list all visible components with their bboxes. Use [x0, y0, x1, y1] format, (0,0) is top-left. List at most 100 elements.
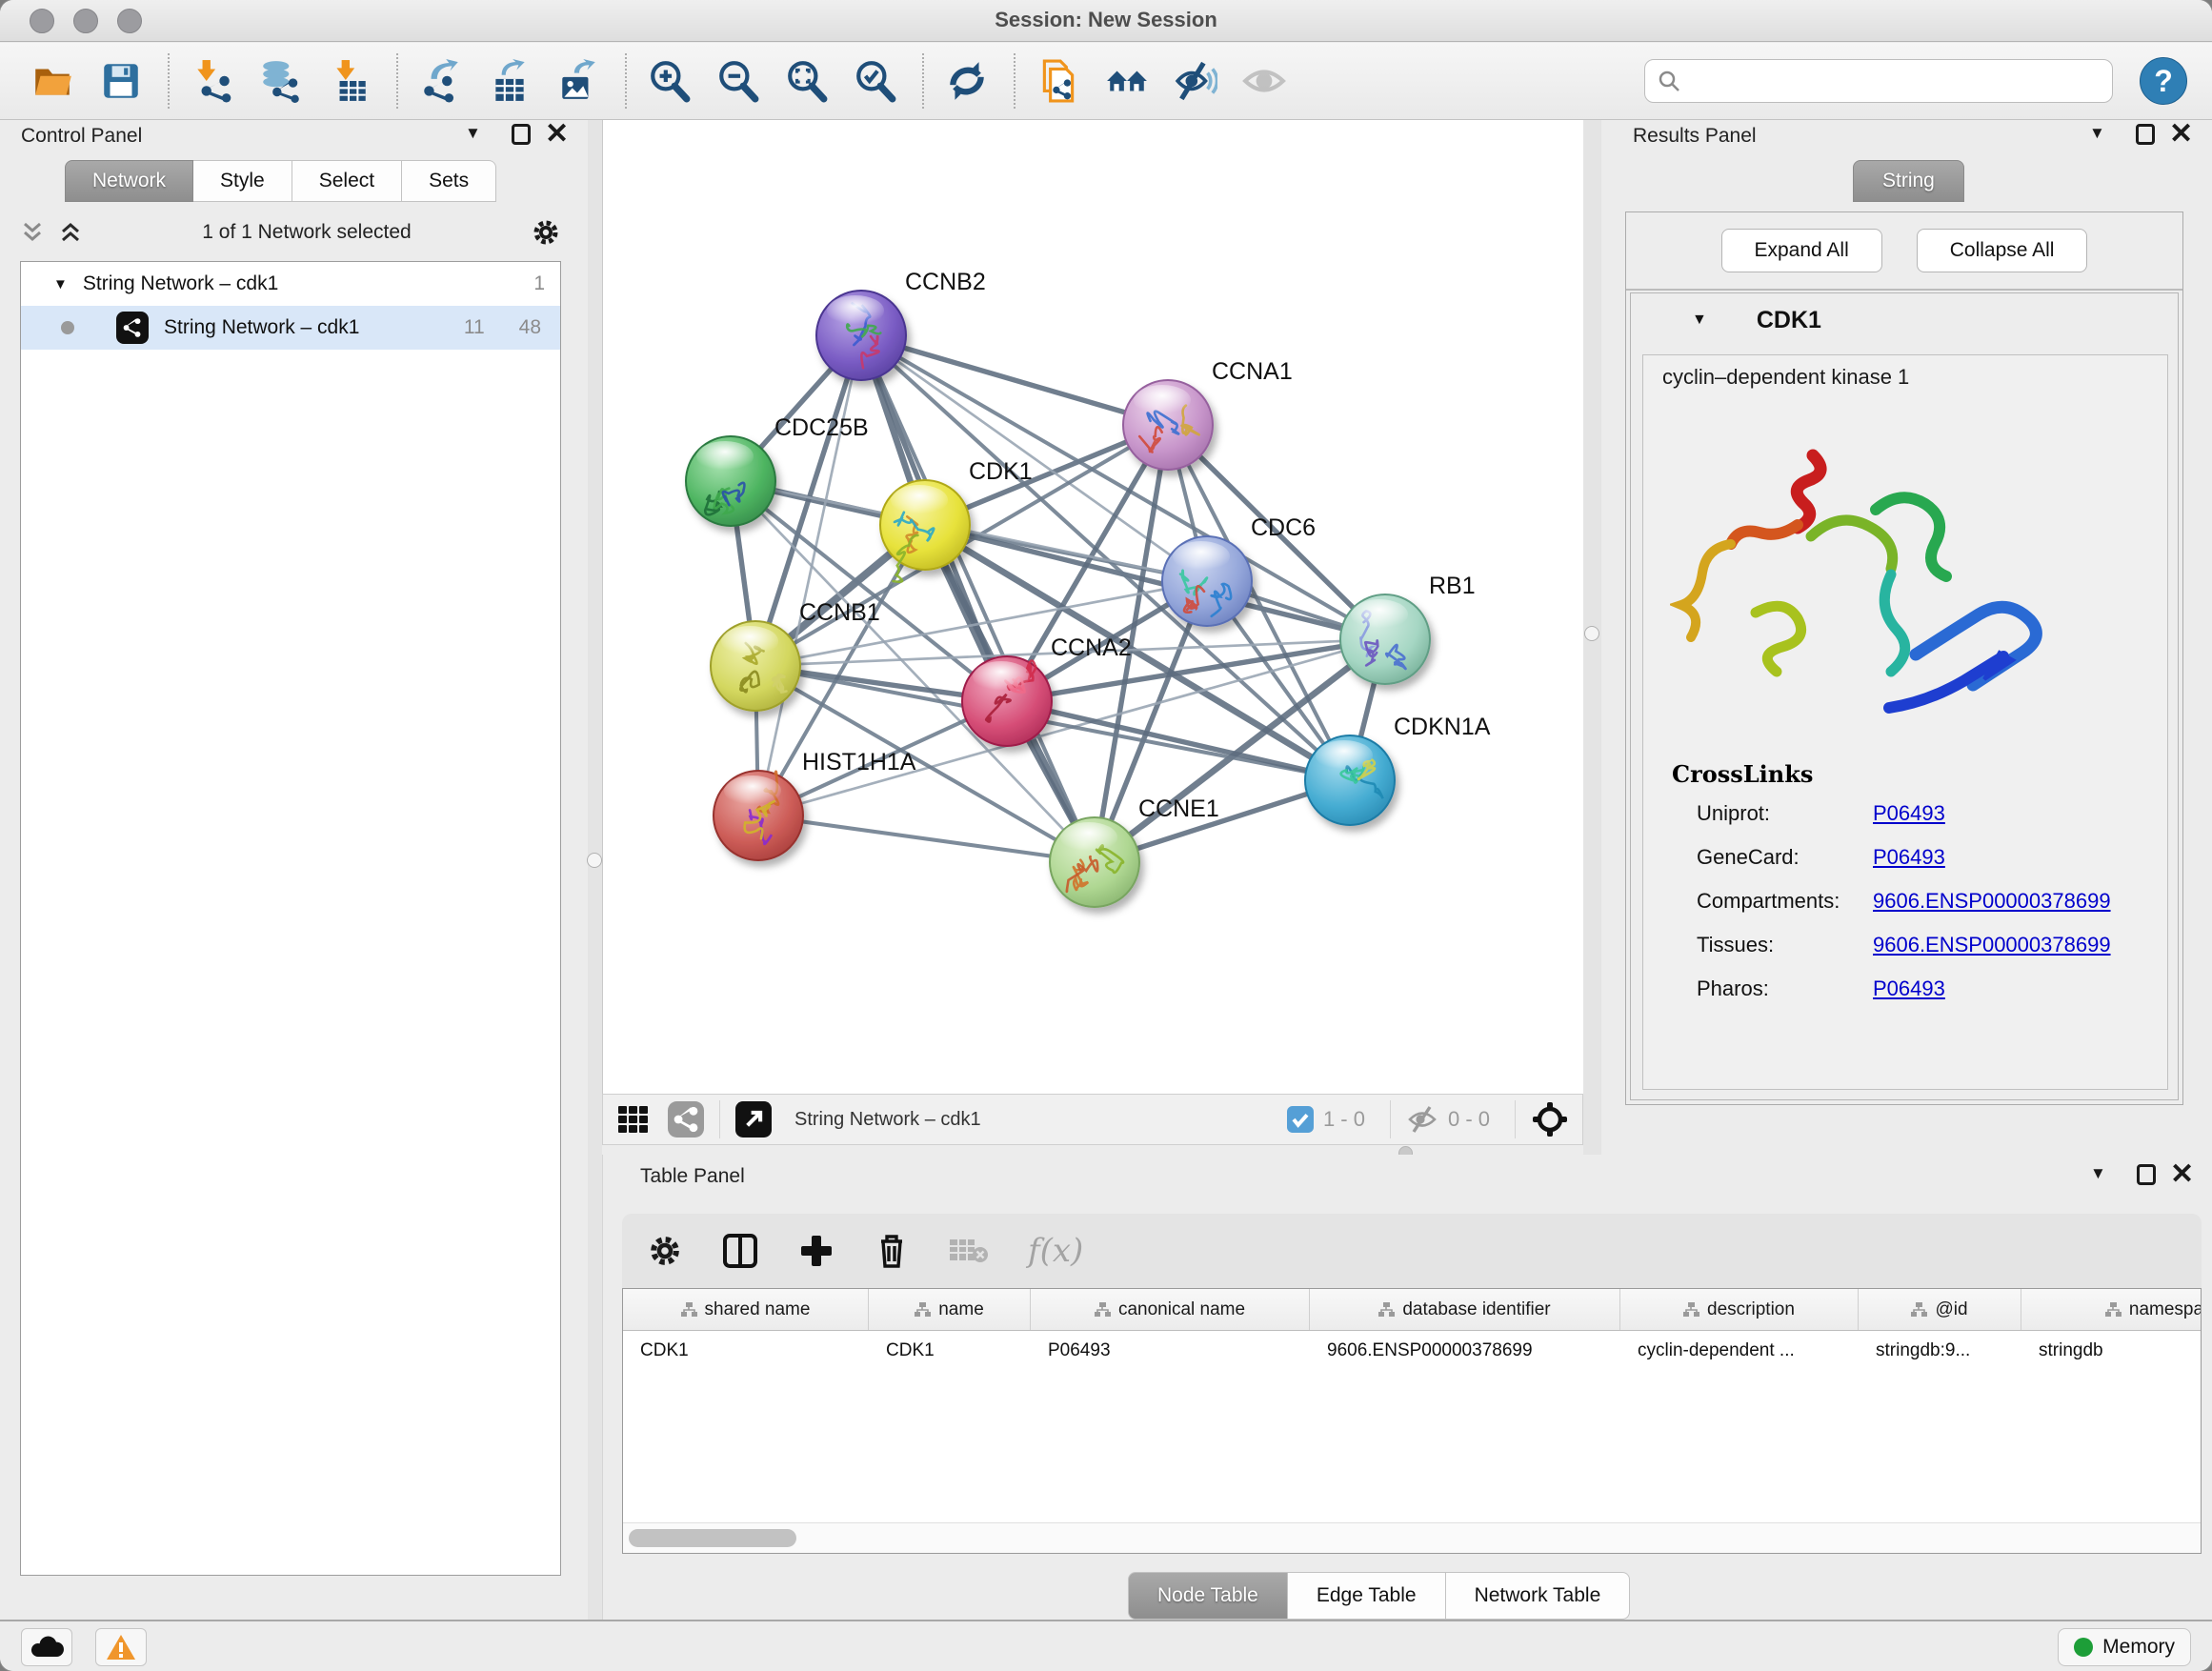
network-edge[interactable] — [861, 335, 1168, 425]
show-all-button[interactable] — [1237, 53, 1292, 109]
column-header[interactable]: name — [869, 1289, 1031, 1330]
network-node-ccnb1[interactable]: CCNB1 — [711, 599, 880, 711]
export-table-button[interactable] — [482, 53, 537, 109]
import-table-button[interactable] — [322, 53, 377, 109]
table-cell[interactable]: P06493 — [1031, 1331, 1310, 1373]
expand-all-icon[interactable] — [58, 220, 83, 245]
left-divider-handle[interactable] — [587, 853, 602, 868]
network-node-cdk1[interactable]: CDK1 — [880, 458, 1033, 582]
save-session-button[interactable] — [93, 53, 149, 109]
tab-network-table[interactable]: Network Table — [1446, 1572, 1631, 1620]
network-node-cdkn1a[interactable]: CDKN1A — [1305, 714, 1491, 825]
tab-network[interactable]: Network — [65, 160, 193, 202]
left-panel-divider[interactable] — [588, 120, 602, 1635]
first-neighbors-button[interactable] — [1099, 53, 1155, 109]
tab-node-table[interactable]: Node Table — [1128, 1572, 1288, 1620]
network-node-rb1[interactable]: RB1 — [1340, 573, 1476, 684]
protein-header-row[interactable]: ▼ CDK1 — [1631, 293, 2178, 347]
network-edge[interactable] — [758, 815, 1095, 862]
panel-menu-icon[interactable]: ▼ — [2090, 1164, 2106, 1183]
show-columns-icon[interactable] — [721, 1232, 759, 1270]
scrollbar-thumb[interactable] — [629, 1529, 796, 1547]
panel-close-icon[interactable]: ✕ — [2170, 1164, 2194, 1185]
selected-checkbox-icon[interactable] — [1287, 1106, 1314, 1133]
panel-float-icon[interactable] — [2136, 124, 2155, 145]
warning-status-button[interactable] — [95, 1628, 147, 1666]
column-header[interactable]: namespace — [2021, 1289, 2202, 1330]
table-cell[interactable]: CDK1 — [623, 1331, 869, 1373]
export-image-button[interactable] — [551, 53, 606, 109]
search-input[interactable] — [1681, 70, 2101, 93]
network-edge[interactable] — [861, 335, 1095, 862]
crosslink-link[interactable]: P06493 — [1873, 801, 1945, 826]
cloud-status-button[interactable] — [21, 1628, 72, 1666]
network-row-selected[interactable]: String Network – cdk1 11 48 — [21, 306, 560, 350]
network-from-selection-button[interactable] — [1031, 53, 1086, 109]
column-header[interactable]: shared name — [623, 1289, 869, 1330]
network-overview-icon[interactable] — [668, 1101, 704, 1137]
collapse-all-icon[interactable] — [20, 220, 45, 245]
panel-close-icon[interactable]: ✕ — [2169, 124, 2193, 145]
column-header[interactable]: canonical name — [1031, 1289, 1310, 1330]
table-cell[interactable]: cyclin-dependent ... — [1620, 1331, 1859, 1373]
tree-expander-icon[interactable]: ▼ — [53, 276, 68, 292]
refresh-network-button[interactable] — [939, 53, 995, 109]
import-network-from-file-button[interactable] — [185, 53, 240, 109]
panel-close-icon[interactable]: ✕ — [545, 124, 569, 145]
zoom-fit-button[interactable] — [779, 53, 835, 109]
network-node-hist1h1a[interactable]: HIST1H1A — [714, 749, 916, 860]
tab-sets[interactable]: Sets — [402, 160, 496, 202]
crosslink-link[interactable]: P06493 — [1873, 845, 1945, 870]
table-cell[interactable]: 9606.ENSP00000378699 — [1310, 1331, 1620, 1373]
add-column-icon[interactable] — [797, 1232, 835, 1270]
zoom-in-button[interactable] — [642, 53, 697, 109]
memory-button[interactable]: Memory — [2058, 1628, 2191, 1666]
horizontal-scrollbar[interactable] — [623, 1522, 2201, 1553]
panel-menu-icon[interactable]: ▼ — [465, 124, 481, 143]
help-button[interactable]: ? — [2140, 57, 2187, 105]
open-session-button[interactable] — [25, 53, 80, 109]
tab-edge-table[interactable]: Edge Table — [1288, 1572, 1446, 1620]
table-settings-gear-icon[interactable] — [647, 1233, 683, 1269]
hide-selected-button[interactable] — [1168, 53, 1223, 109]
tab-style[interactable]: Style — [193, 160, 292, 202]
network-edge[interactable] — [758, 335, 861, 815]
open-in-window-icon[interactable] — [735, 1101, 772, 1137]
zoom-selected-button[interactable] — [848, 53, 903, 109]
column-header[interactable]: database identifier — [1310, 1289, 1620, 1330]
crosslink-link[interactable]: P06493 — [1873, 976, 1945, 1001]
delete-column-icon[interactable] — [874, 1232, 910, 1270]
section-expander-icon[interactable]: ▼ — [1692, 312, 1707, 329]
panel-float-icon[interactable] — [512, 124, 531, 145]
tab-select[interactable]: Select — [292, 160, 402, 202]
tab-string[interactable]: String — [1853, 160, 1964, 202]
collapse-all-button[interactable]: Collapse All — [1917, 229, 2088, 272]
network-collection-row[interactable]: ▼ String Network – cdk1 1 — [21, 262, 560, 306]
right-divider-handle[interactable] — [1584, 626, 1599, 641]
network-node-ccna1[interactable]: CCNA1 — [1123, 358, 1293, 470]
network-canvas[interactable]: CCNB2CCNA1CDC25BCDK1CDC6RB1CCNB1CCNA2CDK… — [602, 120, 1583, 1094]
zoom-out-button[interactable] — [711, 53, 766, 109]
table-cell[interactable]: stringdb — [2021, 1331, 2202, 1373]
hidden-eye-icon[interactable] — [1406, 1103, 1438, 1136]
pan-crosshair-icon[interactable] — [1531, 1100, 1569, 1138]
table-cell[interactable]: stringdb:9... — [1859, 1331, 2021, 1373]
open-folder-icon — [30, 59, 74, 103]
network-options-gear-icon[interactable] — [531, 217, 561, 248]
export-network-button[interactable] — [413, 53, 469, 109]
network-edge[interactable] — [1007, 701, 1350, 780]
column-header[interactable]: description — [1620, 1289, 1859, 1330]
birdseye-grid-icon[interactable] — [616, 1102, 651, 1137]
column-header[interactable]: @id — [1859, 1289, 2021, 1330]
title-bar[interactable]: Session: New Session — [0, 0, 2212, 42]
table-cell[interactable]: CDK1 — [869, 1331, 1031, 1373]
import-network-from-database-button[interactable] — [253, 53, 309, 109]
crosslink-link[interactable]: 9606.ENSP00000378699 — [1873, 889, 2111, 914]
expand-all-button[interactable]: Expand All — [1721, 229, 1882, 272]
panel-float-icon[interactable] — [2137, 1164, 2156, 1185]
table-row[interactable]: CDK1CDK1P064939606.ENSP00000378699cyclin… — [623, 1331, 2201, 1373]
search-field[interactable] — [1644, 59, 2113, 103]
network-node-ccne1[interactable]: CCNE1 — [1050, 795, 1219, 907]
crosslink-link[interactable]: 9606.ENSP00000378699 — [1873, 933, 2111, 957]
panel-menu-icon[interactable]: ▼ — [2089, 124, 2105, 143]
